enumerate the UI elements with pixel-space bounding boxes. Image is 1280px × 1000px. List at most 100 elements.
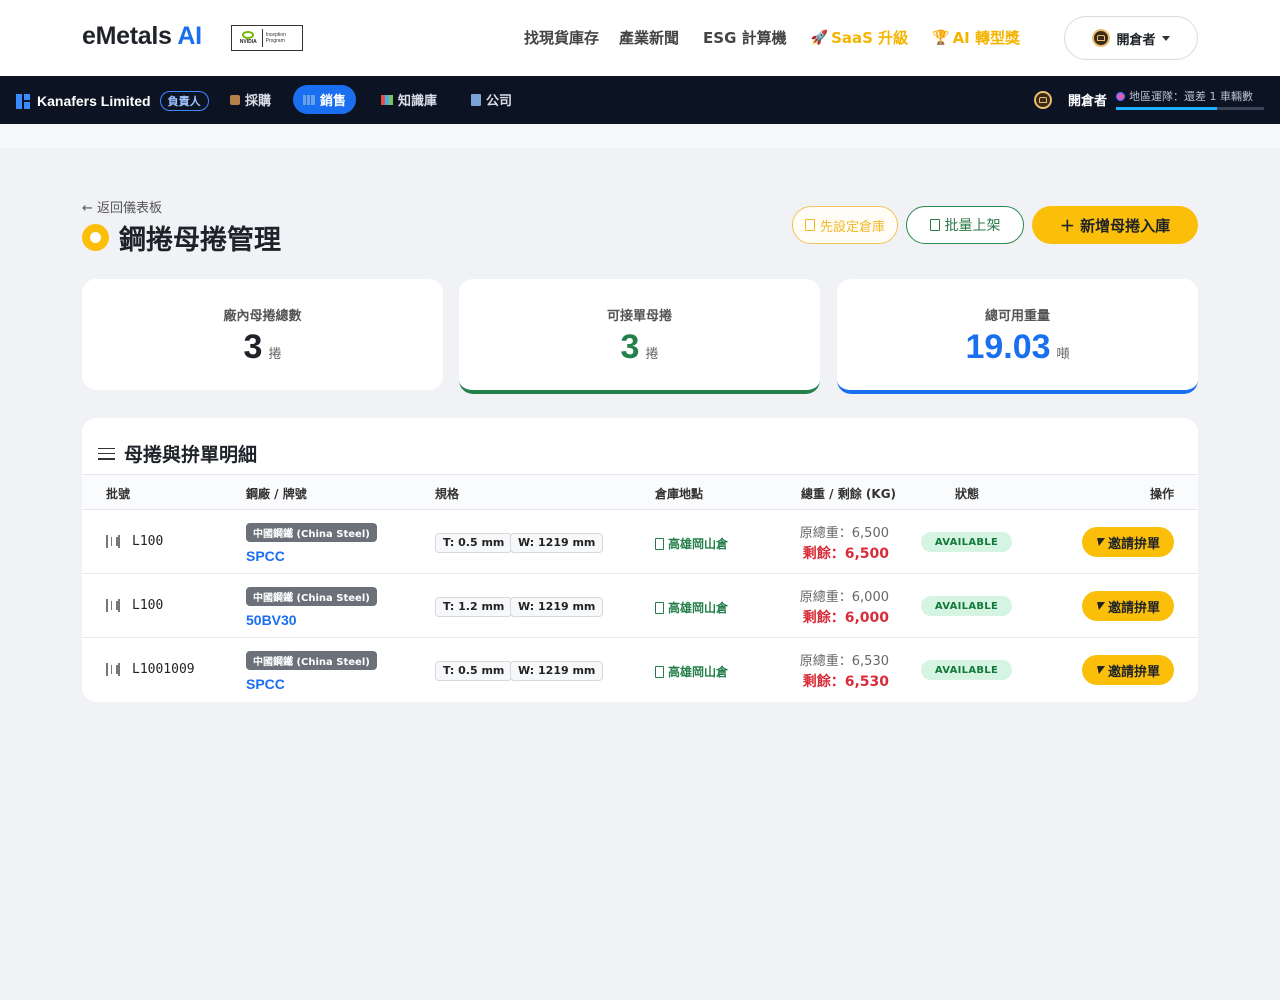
status-badge: AVAILABLE [921, 660, 1012, 680]
rocket-icon: 🚀 [810, 29, 829, 46]
mill-badge: 中國鋼鐵 (China Steel) [246, 587, 377, 606]
col-status: 狀態 [955, 487, 980, 501]
subnav-user[interactable]: 開倉者 [1034, 90, 1107, 109]
subnav-item-knowledge[interactable]: 知識庫 [371, 85, 447, 114]
col-action: 操作 [1150, 487, 1175, 501]
batch-list-button[interactable]: 批量上架 [906, 206, 1024, 244]
user-menu-button[interactable]: 開倉者 [1064, 16, 1198, 60]
mill-cell: 中國鋼鐵 (China Steel) 50BV30 [246, 586, 377, 628]
top-header: eMetals AI NVIDIA Inception Program 找現貨庫… [0, 0, 1280, 76]
batch-number: L100 [132, 598, 164, 613]
dashboard-grid-icon [16, 93, 31, 109]
nav-stock-search[interactable]: 找現貨庫存 [524, 27, 599, 48]
page-title: 鋼捲母捲管理 [119, 225, 281, 256]
width-chip: W: 1219 mm [510, 597, 604, 617]
steel-grade: 50BV30 [246, 612, 297, 628]
table-row: L1001009 中國鋼鐵 (China Steel) SPCC T: 0.5 mm W… [82, 638, 1198, 702]
invite-group-order-button[interactable]: 邀請拚單 [1082, 655, 1174, 685]
lightning-icon [1094, 666, 1106, 674]
company-switcher[interactable]: Kanafers Limited 負責人 [16, 91, 209, 111]
top-nav: 找現貨庫存 產業新聞 ESG 計算機 🚀 SaaS 升級 🏆 AI 轉型獎 [524, 27, 1020, 48]
coil-table-card: 母捲與拚單明細 批號 鋼廠 / 牌號 規格 倉庫地點 總重 / 剩餘 (KG) … [82, 418, 1198, 702]
batch-number: L100 [132, 534, 164, 549]
batch-cell: L1001009 [106, 662, 195, 677]
table-header: 批號 鋼廠 / 牌號 規格 倉庫地點 總重 / 剩餘 (KG) 狀態 操作 [82, 474, 1198, 510]
stat-unit: 噸 [1056, 347, 1070, 362]
set-warehouse-button[interactable]: 先設定倉庫 [792, 206, 898, 244]
location-name: 高雄岡山倉 [668, 537, 729, 551]
nav-saas-upgrade[interactable]: 🚀 SaaS 升級 [811, 27, 909, 48]
original-weight: 原總重：6,000 [799, 590, 889, 605]
box-icon [230, 94, 240, 105]
books-icon [381, 94, 393, 105]
weight-cell: 原總重：6,000 剩餘：6,000 [782, 586, 889, 627]
thickness-chip: T: 0.5 mm [435, 661, 513, 681]
user-menu-label: 開倉者 [1116, 32, 1156, 48]
location-cell: 高雄岡山倉 [655, 535, 728, 552]
nav-industry-news[interactable]: 產業新聞 [619, 27, 679, 48]
brand-logo[interactable]: eMetals AI [82, 22, 202, 51]
batch-cell: L100 [106, 534, 163, 549]
region-fleet-text: 地區運隊：還差 1 車輛數 [1129, 90, 1253, 103]
stat-card-available-coils: 可接單母捲 3 捲 [459, 279, 820, 394]
col-mill: 鋼廠 / 牌號 [246, 487, 307, 501]
col-location: 倉庫地點 [655, 487, 704, 501]
building-icon [471, 93, 481, 106]
company-name: Kanafers Limited [37, 93, 151, 109]
invite-group-order-button[interactable]: 邀請拚單 [1082, 527, 1174, 557]
location-name: 高雄岡山倉 [668, 601, 729, 615]
add-coil-button[interactable]: ＋ 新增母捲入庫 [1032, 206, 1198, 244]
building-icon [655, 601, 664, 614]
building-icon [655, 665, 664, 678]
subnav-item-purchase[interactable]: 採購 [220, 85, 281, 114]
stat-card-total-weight: 總可用重量 19.03 噸 [837, 279, 1198, 394]
back-to-dashboard-link[interactable]: ← 返回儀表板 [82, 197, 162, 216]
nvidia-inception-badge: NVIDIA Inception Program [231, 25, 303, 51]
location-name: 高雄岡山倉 [668, 665, 729, 679]
remaining-weight: 剩餘：6,000 [802, 610, 889, 626]
coil-icon [82, 224, 109, 251]
lightning-icon [1094, 538, 1106, 546]
nav-ai-award[interactable]: 🏆 AI 轉型獎 [932, 27, 1020, 48]
batch-number: L1001009 [132, 662, 195, 677]
brand-main: eMetals [82, 22, 172, 50]
status-badge: AVAILABLE [921, 532, 1012, 552]
stat-card-total-coils: 廠內母捲總數 3 捲 [82, 279, 443, 390]
steel-grade: SPCC [246, 548, 285, 564]
subnav-item-company[interactable]: 公司 [461, 85, 522, 114]
stat-value: 3 [620, 328, 640, 366]
brand-ai: AI [177, 22, 202, 50]
stat-label: 總可用重量 [984, 309, 1050, 324]
building-icon [655, 537, 664, 550]
stat-unit: 捲 [268, 347, 282, 362]
mill-badge: 中國鋼鐵 (China Steel) [246, 651, 377, 670]
weight-cell: 原總重：6,500 剩餘：6,500 [782, 522, 889, 563]
remaining-weight: 剩餘：6,500 [802, 546, 889, 562]
barcode-icon [106, 599, 120, 612]
table-row: L100 中國鋼鐵 (China Steel) 50BV30 T: 1.2 mm W: … [82, 574, 1198, 638]
location-cell: 高雄岡山倉 [655, 663, 728, 680]
remaining-weight: 剩餘：6,530 [802, 674, 889, 690]
thickness-chip: T: 0.5 mm [435, 533, 513, 553]
nav-esg-calculator[interactable]: ESG 計算機 [703, 27, 787, 48]
invite-group-order-button[interactable]: 邀請拚單 [1082, 591, 1174, 621]
region-fleet-track [1116, 107, 1264, 110]
col-weight: 總重 / 剩餘 (KG) [801, 487, 897, 501]
col-batch: 批號 [106, 487, 131, 501]
stat-label: 可接單母捲 [606, 309, 672, 324]
trophy-icon: 🏆 [932, 29, 950, 46]
subnav-item-sales[interactable]: 銷售 [293, 85, 357, 114]
warehouse-avatar-icon [1092, 29, 1111, 47]
target-icon [1116, 91, 1125, 101]
width-chip: W: 1219 mm [510, 661, 604, 681]
thickness-chip: T: 1.2 mm [435, 597, 513, 617]
factory-icon [303, 94, 315, 105]
barcode-icon [106, 535, 120, 548]
table-title: 母捲與拚單明細 [98, 440, 257, 467]
weight-cell: 原總重：6,530 剩餘：6,530 [782, 650, 889, 691]
content-top-strip [0, 124, 1280, 148]
subnav-user-label: 開倉者 [1068, 94, 1108, 109]
warehouse-avatar-icon [1034, 90, 1052, 109]
col-spec: 規格 [435, 487, 460, 501]
status-badge: AVAILABLE [921, 596, 1012, 616]
